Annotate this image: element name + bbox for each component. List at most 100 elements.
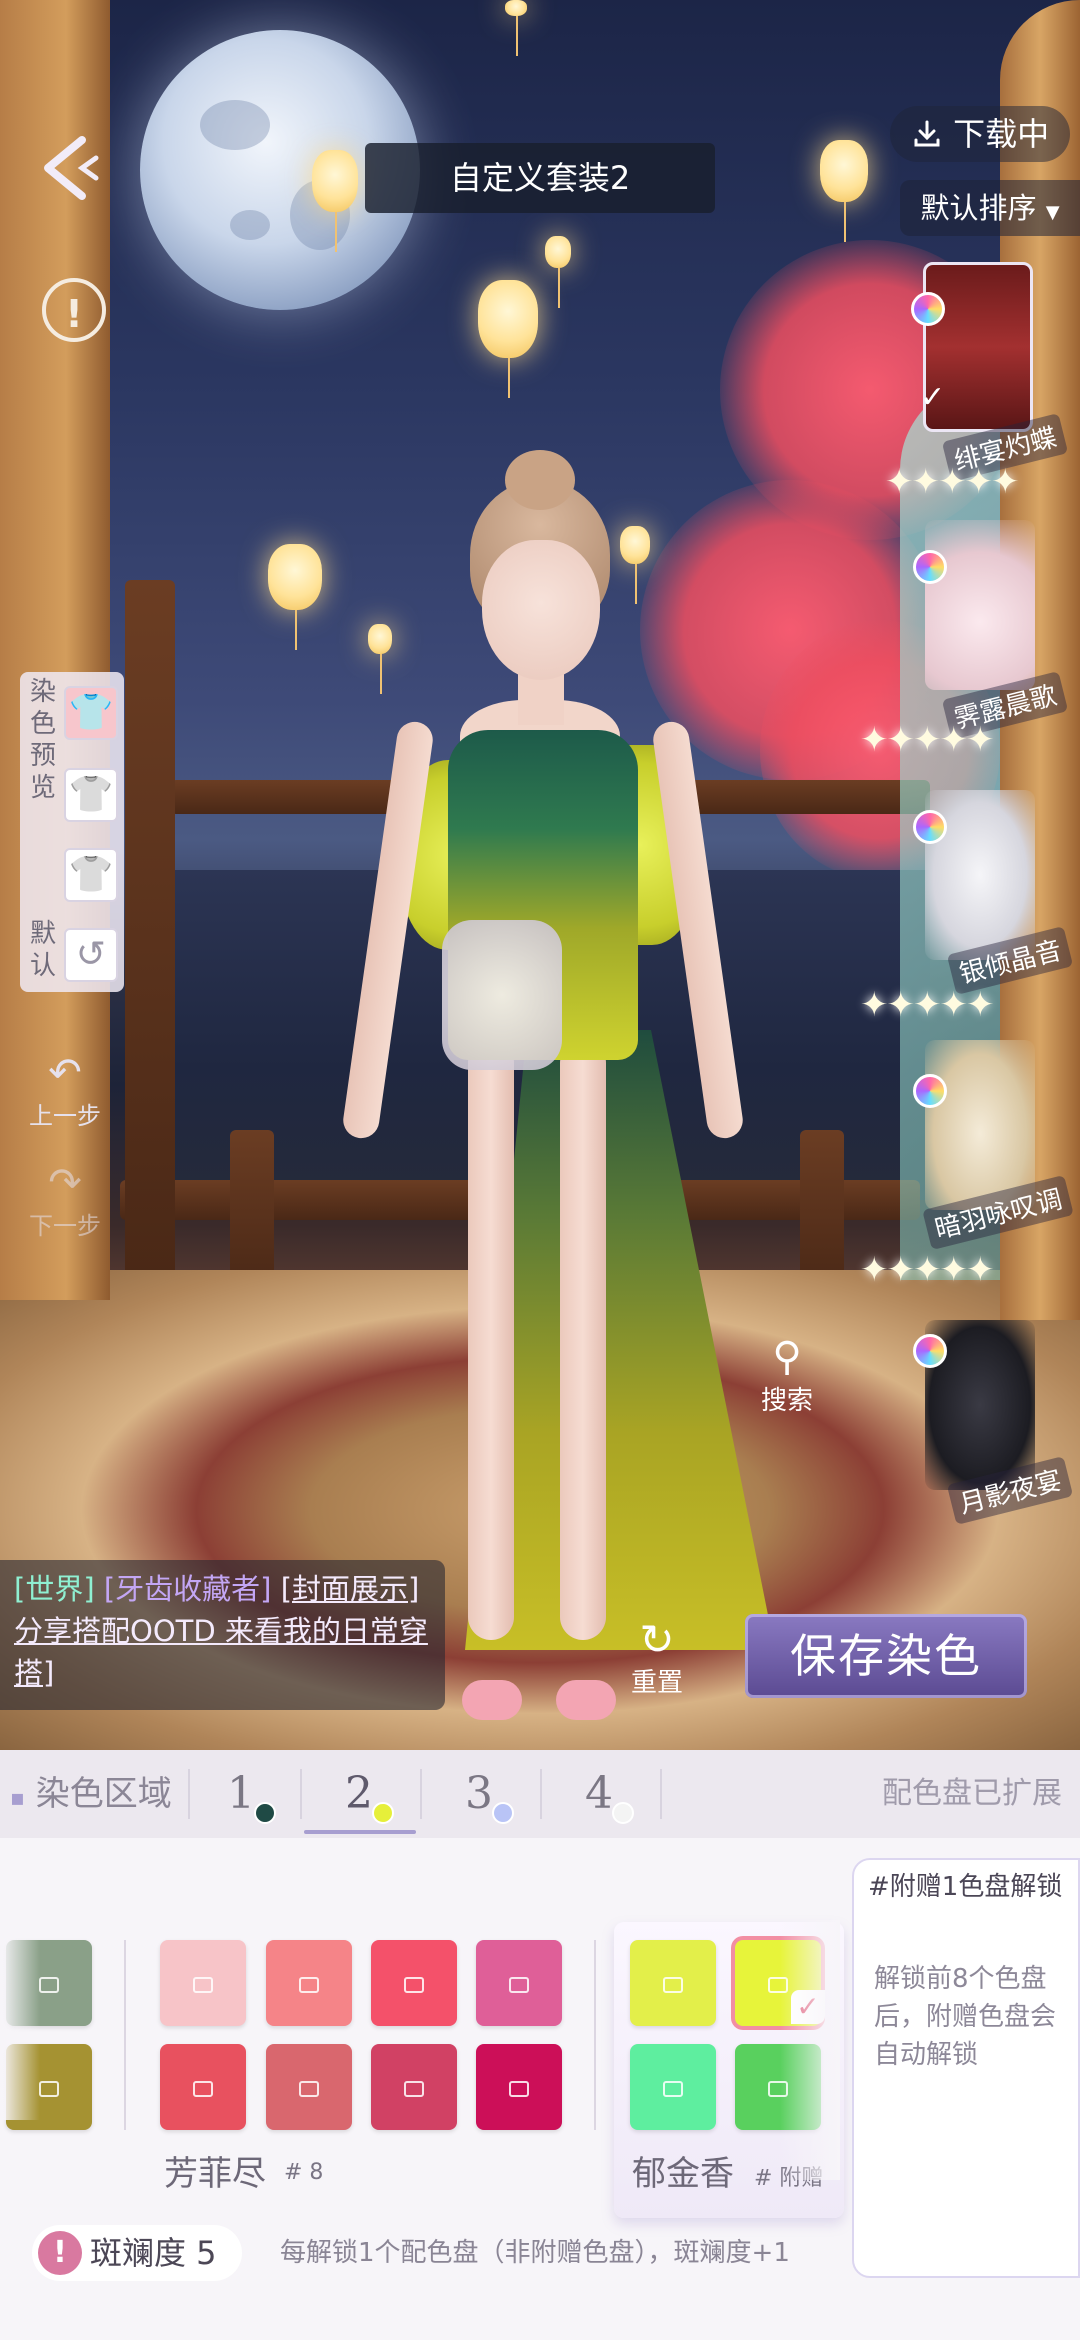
lock-icon (509, 1977, 529, 1993)
palette-divider (124, 1940, 126, 2130)
dye-swatch-icon (913, 550, 947, 584)
save-dye-button[interactable]: 保存染色 (745, 1614, 1027, 1698)
redo-arrow-icon: ↷ (48, 1160, 82, 1206)
railing-post (230, 1130, 274, 1290)
rarity-stars: ✦✦✦✦✦ (860, 720, 994, 760)
outfit-item[interactable]: 霁露晨歌 ✦✦✦✦✦ (860, 520, 1069, 760)
sky-lantern (478, 280, 538, 398)
tab-label: 4 (585, 1768, 613, 1819)
shirt-icon: 👕 (68, 854, 114, 895)
rarity-stars: ✦✦✦✦✦ (885, 462, 1019, 502)
bullet-icon: ▪ (10, 1786, 25, 1811)
reset-icon: ↻ (639, 1615, 675, 1664)
color-swatch[interactable] (371, 2044, 457, 2130)
palette-expanded-status: 配色盘已扩展 (882, 1776, 1062, 1811)
tab-label: 2 (345, 1768, 373, 1819)
sky-lantern (545, 236, 571, 308)
exclamation-icon: ! (38, 2231, 82, 2275)
sort-dropdown[interactable]: 默认排序 ▼ (900, 180, 1080, 236)
lock-icon (39, 1977, 59, 1993)
preview-slot-3[interactable]: 👕 (64, 848, 118, 902)
color-swatch[interactable] (160, 2044, 246, 2130)
tab-region-1[interactable]: 1 (186, 1750, 296, 1838)
lock-icon (193, 2081, 213, 2097)
tab-color-dot (492, 1802, 514, 1824)
check-icon: ✓ (920, 380, 946, 415)
rarity-stars: ✦✦✦✦✦ (860, 985, 994, 1025)
outfit-item[interactable]: 暗羽咏叹调 ✦✦✦✦✦ (860, 1040, 1074, 1290)
dye-preview-label-char: 览 (29, 773, 56, 803)
reset-shirt-icon: ↺ (75, 934, 107, 975)
dye-region-title: ▪ 染色区域 (10, 1750, 172, 1843)
tab-divider (420, 1769, 422, 1819)
info-icon: ! (65, 292, 83, 336)
preview-slot-2[interactable]: 👕 (64, 768, 118, 822)
character-shoe (462, 1680, 522, 1720)
color-swatch[interactable] (476, 1940, 562, 2026)
search-button[interactable]: ⚲ 搜索 (752, 1334, 822, 1417)
world-chat[interactable]: [世界] [牙齿收藏者] [封面展示]分享搭配OOTD 来看我的日常穿搭] (0, 1560, 445, 1710)
outfit-item[interactable]: 月影夜宴 (905, 1320, 1074, 1525)
color-swatch[interactable] (476, 2044, 562, 2130)
dye-region-tabs: ▪ 染色区域 1 2 3 4 配色盘已扩展 (0, 1750, 1080, 1838)
unlock-title: #附赠1色盘解锁 (868, 1872, 1063, 1902)
color-swatch[interactable] (371, 1940, 457, 2026)
scroll-fade (780, 1920, 840, 2180)
dye-swatch-icon (911, 292, 945, 326)
lock-icon (193, 1977, 213, 1993)
palette-name: 郁金香 (632, 2154, 734, 2194)
tab-region-3[interactable]: 3 (424, 1750, 534, 1838)
tab-label: 3 (465, 1768, 493, 1819)
outfit-item[interactable]: 银倾晶音 ✦✦✦✦✦ (860, 790, 1074, 1025)
download-button[interactable]: 下载中 (890, 106, 1070, 162)
dye-preview-label-char: 色 (29, 709, 56, 739)
lock-icon (39, 2081, 59, 2097)
color-swatch[interactable] (266, 1940, 352, 2026)
download-label: 下载中 (953, 115, 1050, 153)
tab-color-dot (254, 1802, 276, 1824)
lock-icon (663, 2081, 683, 2097)
dye-preview-label-char: 染 (29, 677, 56, 707)
lock-icon (404, 2081, 424, 2097)
vibrancy-note: 每解锁1个配色盘（非附赠色盘），斑斓度+1 (280, 2238, 790, 2268)
tab-divider (660, 1769, 662, 1819)
sky-lantern (268, 544, 322, 650)
lock-icon (404, 1977, 424, 1993)
outfit-item[interactable]: ✓ 绯宴灼蝶 ✦✦✦✦✦ (885, 262, 1069, 502)
tab-region-4[interactable]: 4 (544, 1750, 654, 1838)
redo-button[interactable]: ↷ 下一步 (20, 1160, 110, 1241)
default-label-char: 默 (29, 919, 56, 949)
preview-slot-1[interactable]: 👕 (64, 686, 118, 740)
color-swatch[interactable] (630, 2044, 716, 2130)
rarity-stars: ✦✦✦✦✦ (860, 1250, 994, 1290)
color-swatch[interactable] (266, 2044, 352, 2130)
character-leg (468, 1040, 514, 1640)
search-icon: ⚲ (772, 1334, 802, 1380)
default-label-char: 认 (29, 951, 56, 981)
default-preview-button[interactable]: ↺ (64, 928, 118, 982)
reset-label: 重置 (630, 1668, 683, 1698)
vibrancy-badge[interactable]: ! 斑斓度 5 (32, 2225, 242, 2281)
outfit-thumbnail (925, 1040, 1035, 1210)
dye-preview-panel: 染 色 预 览 👕 👕 👕 默 认 ↺ (20, 672, 124, 992)
tab-divider (540, 1769, 542, 1819)
tab-region-2[interactable]: 2 (304, 1750, 414, 1838)
dye-preview-label-char: 预 (29, 741, 56, 771)
download-icon (911, 115, 953, 153)
info-button[interactable]: ! (42, 278, 106, 342)
dye-swatch-icon (913, 810, 947, 844)
shirt-icon: 👕 (68, 774, 114, 815)
character-face (482, 540, 600, 680)
undo-button[interactable]: ↶ 上一步 (20, 1050, 110, 1131)
bonus-unlock-card: #附赠1色盘解锁 解锁前8个色盘后，附赠色盘会自动解锁 (852, 1858, 1080, 2278)
railing-post (800, 1130, 844, 1290)
palette-name: 芳菲尽 (164, 2154, 266, 2194)
color-swatch[interactable] (630, 1940, 716, 2026)
sky-lantern (368, 624, 392, 694)
undo-arrow-icon: ↶ (48, 1050, 82, 1096)
reset-button[interactable]: ↻ 重置 (612, 1618, 702, 1699)
color-swatch[interactable] (160, 1940, 246, 2026)
back-button[interactable] (30, 128, 110, 208)
default-label: 默 认 (28, 918, 58, 982)
moon-crater (200, 100, 270, 150)
